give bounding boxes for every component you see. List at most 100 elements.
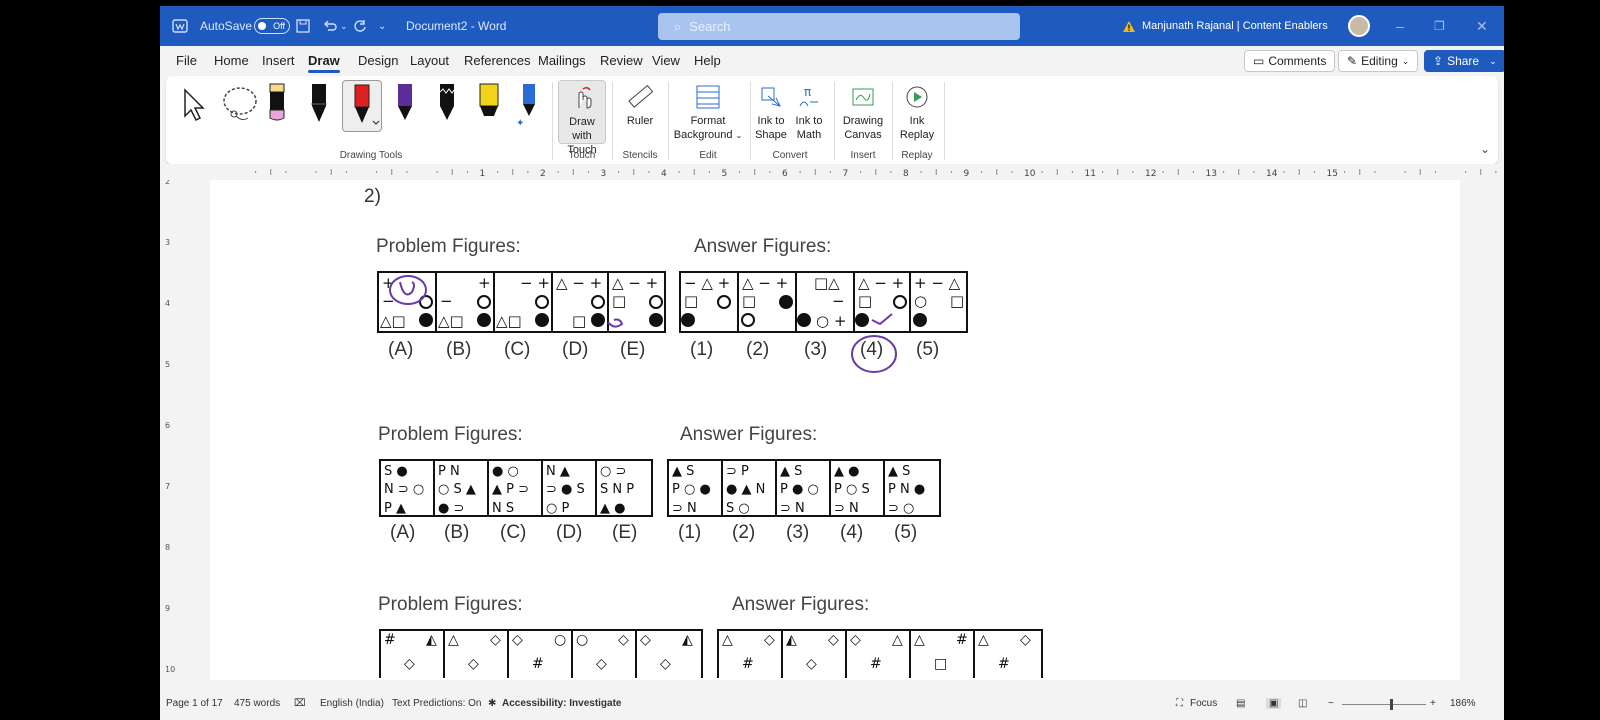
select-objects-icon[interactable] bbox=[182, 88, 208, 127]
svg-text:P ○ S: P ○ S bbox=[834, 482, 870, 497]
svg-text:⊃ P: ⊃ P bbox=[726, 464, 749, 479]
vertical-ruler[interactable]: 2 3 4 5 6 7 8 9 10 bbox=[160, 177, 182, 690]
svg-text:⊃ ○: ⊃ ○ bbox=[888, 501, 914, 516]
print-layout-icon[interactable]: ▣ bbox=[1266, 698, 1282, 709]
horizontal-ruler[interactable]: 1 2 3 4 5 6 7 8 9 10 11 12 13 14 15 bbox=[160, 164, 1504, 180]
touch-line1: Draw with bbox=[569, 116, 595, 142]
tab-file[interactable]: File bbox=[176, 53, 197, 68]
svg-text:#: # bbox=[742, 656, 754, 672]
page-count[interactable]: Page 1 of 17 bbox=[166, 698, 223, 709]
close-button[interactable]: ✕ bbox=[1476, 6, 1488, 46]
svg-text:□: □ bbox=[612, 292, 626, 310]
tab-view[interactable]: View bbox=[652, 53, 680, 68]
svg-text:○ +: ○ + bbox=[816, 312, 846, 330]
warning-icon[interactable] bbox=[1122, 6, 1136, 46]
answer-figure-label: (3) bbox=[804, 339, 828, 360]
zoom-in-button[interactable]: + bbox=[1430, 698, 1436, 709]
svg-text:N S: N S bbox=[492, 501, 514, 516]
zoom-out-button[interactable]: − bbox=[1328, 698, 1334, 709]
proofing-icon[interactable]: ⌧ bbox=[294, 698, 306, 709]
ruler-number: 10 bbox=[1024, 169, 1036, 179]
customize-toolbar-icon[interactable]: ⌄ bbox=[378, 6, 386, 46]
restore-button[interactable]: ❐ bbox=[1434, 6, 1445, 46]
editing-button[interactable]: ✎ Editing ⌄ bbox=[1338, 50, 1419, 72]
accessibility-status[interactable]: Accessibility: Investigate bbox=[502, 698, 622, 709]
minimize-button[interactable]: – bbox=[1396, 6, 1404, 46]
search-box[interactable]: ⌕ Search bbox=[658, 13, 1020, 40]
share-button[interactable]: ⇪ Share ⌄ bbox=[1424, 50, 1504, 72]
document-page[interactable]: 2) Problem Figures: Answer Figures: + − △□… bbox=[210, 180, 1460, 680]
svg-text:S ○: S ○ bbox=[726, 501, 750, 516]
svg-text:◭: ◭ bbox=[682, 632, 693, 648]
format-background-button[interactable]: Format Background ⌄ bbox=[672, 82, 744, 143]
purple-pen[interactable] bbox=[390, 82, 420, 130]
svg-text:□: □ bbox=[572, 312, 586, 330]
svg-text:▲ ●: ▲ ● bbox=[600, 501, 625, 516]
drawing-canvas-button[interactable]: Drawing Canvas bbox=[836, 82, 890, 142]
focus-mode[interactable]: Focus bbox=[1190, 698, 1217, 709]
zoom-slider-thumb[interactable] bbox=[1390, 699, 1393, 710]
galaxy-pen[interactable] bbox=[432, 82, 462, 130]
ink-replay-button[interactable]: Ink Replay bbox=[894, 82, 940, 142]
svg-text:◇: ◇ bbox=[806, 656, 817, 672]
svg-text:△: △ bbox=[914, 632, 925, 648]
ink-to-math-button[interactable]: π Ink to Math bbox=[790, 82, 828, 142]
black-pen[interactable] bbox=[304, 82, 334, 130]
pencil-icon: ✎ bbox=[1347, 54, 1358, 68]
svg-text:◇: ◇ bbox=[512, 632, 523, 648]
user-name[interactable]: Manjunath Rajanal | Content Enablers bbox=[1142, 6, 1328, 46]
svg-text:△□: △□ bbox=[380, 312, 406, 330]
action-pen[interactable]: ✦ bbox=[514, 82, 544, 130]
answer-figure-label: (2) bbox=[746, 339, 770, 360]
save-icon[interactable] bbox=[296, 6, 310, 46]
zoom-level[interactable]: 186% bbox=[1450, 698, 1476, 709]
yellow-highlighter[interactable] bbox=[474, 82, 504, 130]
svg-text:△□: △□ bbox=[438, 312, 464, 330]
word-count[interactable]: 475 words bbox=[234, 698, 280, 709]
collapse-ribbon-icon[interactable]: ⌄ bbox=[1480, 142, 1490, 156]
draw-with-touch-button[interactable]: Draw with Touch bbox=[558, 80, 606, 156]
lasso-select-icon[interactable] bbox=[220, 84, 260, 129]
svg-text:+ − △: + − △ bbox=[914, 274, 961, 292]
word-window: AutoSave Off ⌄ ⌄ Document2 - Word ⌕ Sear… bbox=[160, 6, 1504, 720]
comments-button[interactable]: ▭ Comments bbox=[1244, 50, 1336, 72]
ruler-number: 15 bbox=[1327, 169, 1338, 179]
ink-to-shape-button[interactable]: Ink to Shape bbox=[752, 82, 790, 142]
ruler-number: 1 bbox=[480, 169, 486, 179]
focus-icon: ⛶ bbox=[1176, 698, 1183, 709]
tab-review[interactable]: Review bbox=[600, 53, 643, 68]
svg-text:◇: ◇ bbox=[850, 632, 861, 648]
tab-design[interactable]: Design bbox=[358, 53, 398, 68]
share-label: Share bbox=[1447, 54, 1480, 68]
word-app-icon[interactable] bbox=[172, 6, 188, 46]
ruler-button[interactable]: Ruler bbox=[618, 82, 662, 128]
red-pen-selected[interactable] bbox=[342, 80, 382, 132]
language[interactable]: English (India) bbox=[320, 698, 384, 709]
figure-set-2: S ● N ⊃ ○ P ▲ P N ○ S ▲ ● ⊃ ● ○ ▲ P ⊃ N S N ▲ ⊃… bbox=[379, 459, 941, 517]
accessibility-icon: ✱ bbox=[488, 698, 497, 709]
tab-layout[interactable]: Layout bbox=[410, 53, 449, 68]
read-mode-icon[interactable]: ▤ bbox=[1236, 698, 1245, 709]
svg-text:#: # bbox=[870, 656, 882, 672]
tab-mailings[interactable]: Mailings bbox=[538, 53, 586, 68]
tab-references[interactable]: References bbox=[464, 53, 530, 68]
tab-home[interactable]: Home bbox=[214, 53, 249, 68]
eraser-pen[interactable] bbox=[262, 82, 292, 130]
user-avatar[interactable] bbox=[1348, 15, 1370, 37]
undo-icon[interactable] bbox=[322, 6, 338, 46]
answer-figure-label: (4) bbox=[860, 339, 884, 360]
undo-dropdown-icon[interactable]: ⌄ bbox=[340, 6, 348, 46]
svg-text:○ P: ○ P bbox=[546, 501, 569, 516]
stencils-group-label: Stencils bbox=[622, 150, 658, 161]
text-predictions[interactable]: Text Predictions: On bbox=[392, 698, 481, 709]
web-layout-icon[interactable]: ◫ bbox=[1298, 698, 1307, 709]
tab-draw[interactable]: Draw bbox=[308, 53, 340, 73]
svg-text:△: △ bbox=[722, 632, 733, 648]
autosave-toggle[interactable]: Off bbox=[248, 6, 290, 46]
ink-to-shape-icon bbox=[756, 82, 786, 112]
tab-help[interactable]: Help bbox=[694, 53, 721, 68]
redo-icon[interactable] bbox=[353, 6, 367, 46]
zoom-slider[interactable] bbox=[1342, 704, 1426, 705]
svg-text:◇: ◇ bbox=[404, 656, 415, 672]
tab-insert[interactable]: Insert bbox=[262, 53, 295, 68]
